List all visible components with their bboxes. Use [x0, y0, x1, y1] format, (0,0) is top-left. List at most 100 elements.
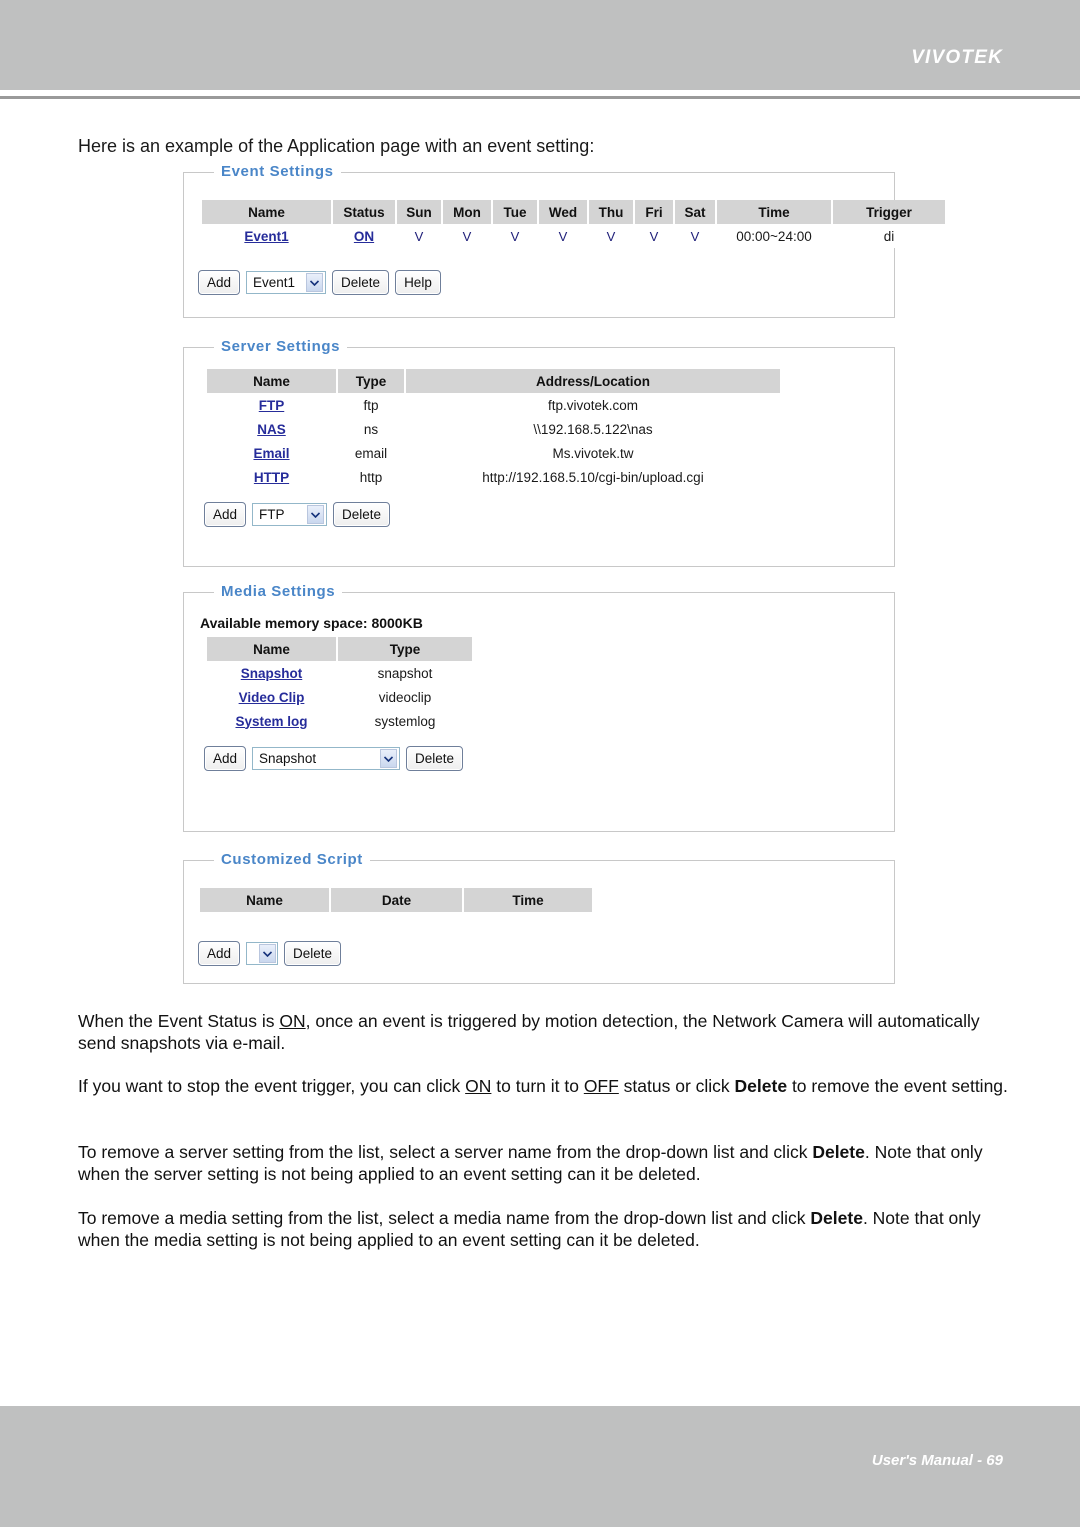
- server-settings-table: Name Type Address/Location FTP ftp ftp.v…: [205, 369, 782, 489]
- cell-server-type: http: [338, 465, 404, 489]
- col-address: Address/Location: [406, 369, 780, 393]
- server-name-link-email[interactable]: Email: [253, 446, 289, 461]
- cell-media-type: videoclip: [338, 685, 472, 709]
- p2-delete-emphasis: Delete: [734, 1076, 788, 1096]
- media-name-link-systemlog[interactable]: System log: [235, 714, 307, 729]
- cell-server-type: ns: [338, 417, 404, 441]
- table-header-row: Name Date Time: [200, 888, 592, 912]
- paragraph-event-status: When the Event Status is ON, once an eve…: [78, 1010, 1008, 1054]
- col-name: Name: [207, 637, 336, 661]
- server-select[interactable]: FTP: [252, 503, 328, 526]
- p2-text-a: If you want to stop the event trigger, y…: [78, 1076, 466, 1096]
- col-name: Name: [200, 888, 329, 912]
- chevron-down-icon[interactable]: [307, 505, 325, 524]
- media-delete-button[interactable]: Delete: [406, 746, 464, 771]
- media-settings-controls: Add Snapshot Delete: [204, 746, 464, 771]
- col-wed: Wed: [539, 200, 587, 224]
- event-name-link[interactable]: Event1: [244, 229, 288, 244]
- p2-on-link[interactable]: ON: [465, 1076, 491, 1096]
- event-select-value: Event1: [253, 275, 296, 290]
- event-settings-table: Name Status Sun Mon Tue Wed Thu Fri Sat …: [200, 200, 947, 248]
- p2-text-b: to turn it to: [491, 1076, 584, 1096]
- cell-server-address: Ms.vivotek.tw: [406, 441, 780, 465]
- p1-text-a: When the Event Status is: [78, 1011, 280, 1031]
- media-settings-legend: Media Settings: [214, 583, 343, 600]
- col-sat: Sat: [675, 200, 715, 224]
- col-type: Type: [338, 637, 472, 661]
- cell-media-type: systemlog: [338, 709, 472, 733]
- col-fri: Fri: [635, 200, 673, 224]
- cell-server-address: \\192.168.5.122\nas: [406, 417, 780, 441]
- table-header-row: Name Type Address/Location: [207, 369, 780, 393]
- cell-server-type: email: [338, 441, 404, 465]
- col-sun: Sun: [397, 200, 441, 224]
- table-row: Email email Ms.vivotek.tw: [207, 441, 780, 465]
- media-select[interactable]: Snapshot: [252, 747, 401, 770]
- p1-on-link[interactable]: ON: [279, 1011, 305, 1031]
- col-time: Time: [464, 888, 592, 912]
- cell-wed: V: [539, 224, 587, 248]
- col-tue: Tue: [493, 200, 537, 224]
- cell-sat: V: [675, 224, 715, 248]
- cell-time: 00:00~24:00: [717, 224, 831, 248]
- media-name-link-snapshot[interactable]: Snapshot: [241, 666, 303, 681]
- col-mon: Mon: [443, 200, 491, 224]
- cell-mon: V: [443, 224, 491, 248]
- chevron-down-icon[interactable]: [306, 273, 324, 292]
- vivotek-logo: VIVOTEK: [911, 47, 1003, 68]
- col-time: Time: [717, 200, 831, 224]
- cell-media-name: System log: [207, 709, 336, 733]
- media-name-link-videoclip[interactable]: Video Clip: [239, 690, 305, 705]
- cell-server-name: HTTP: [207, 465, 336, 489]
- server-name-link-nas[interactable]: NAS: [257, 422, 286, 437]
- p4-delete-emphasis: Delete: [810, 1208, 863, 1228]
- event-add-button[interactable]: Add: [198, 270, 241, 295]
- chevron-down-icon[interactable]: [259, 944, 277, 963]
- event-status-link[interactable]: ON: [354, 229, 374, 244]
- server-name-link-http[interactable]: HTTP: [254, 470, 289, 485]
- cell-fri: V: [635, 224, 673, 248]
- server-delete-button[interactable]: Delete: [333, 502, 391, 527]
- col-name: Name: [202, 200, 331, 224]
- table-row: Event1 ON V V V V V V V 00:00~24:00 di: [202, 224, 945, 248]
- event-select[interactable]: Event1: [246, 271, 327, 294]
- cell-server-name: NAS: [207, 417, 336, 441]
- page-footer-band: User's Manual - 69: [0, 1406, 1080, 1527]
- cell-server-address: http://192.168.5.10/cgi-bin/upload.cgi: [406, 465, 780, 489]
- cell-server-name: FTP: [207, 393, 336, 417]
- event-help-button[interactable]: Help: [395, 270, 441, 295]
- cell-server-type: ftp: [338, 393, 404, 417]
- cell-server-name: Email: [207, 441, 336, 465]
- server-select-value: FTP: [259, 507, 285, 522]
- col-name: Name: [207, 369, 336, 393]
- table-row: Snapshot snapshot: [207, 661, 472, 685]
- server-settings-legend: Server Settings: [214, 338, 348, 355]
- event-settings-legend: Event Settings: [214, 163, 341, 180]
- cell-media-name: Snapshot: [207, 661, 336, 685]
- server-add-button[interactable]: Add: [204, 502, 247, 527]
- cell-trigger: di: [833, 224, 945, 248]
- table-row: HTTP http http://192.168.5.10/cgi-bin/up…: [207, 465, 780, 489]
- media-add-button[interactable]: Add: [204, 746, 247, 771]
- table-row: System log systemlog: [207, 709, 472, 733]
- table-row: Video Clip videoclip: [207, 685, 472, 709]
- chevron-down-icon[interactable]: [380, 749, 398, 768]
- server-settings-controls: Add FTP Delete: [204, 502, 391, 527]
- paragraph-remove-server: To remove a server setting from the list…: [78, 1141, 1008, 1185]
- customized-script-legend: Customized Script: [214, 851, 370, 868]
- customized-script-table: Name Date Time: [198, 888, 594, 912]
- p2-off-link[interactable]: OFF: [584, 1076, 619, 1096]
- script-select[interactable]: [246, 942, 279, 965]
- table-header-row: Name Type: [207, 637, 472, 661]
- p2-text-c: status or click: [618, 1076, 735, 1096]
- event-delete-button[interactable]: Delete: [332, 270, 390, 295]
- cell-sun: V: [397, 224, 441, 248]
- header-divider: [0, 96, 1080, 99]
- paragraph-remove-media: To remove a media setting from the list,…: [78, 1207, 1008, 1251]
- script-delete-button[interactable]: Delete: [284, 941, 342, 966]
- available-memory-note: Available memory space: 8000KB: [200, 615, 423, 631]
- col-trigger: Trigger: [833, 200, 945, 224]
- script-add-button[interactable]: Add: [198, 941, 241, 966]
- cell-tue: V: [493, 224, 537, 248]
- server-name-link-ftp[interactable]: FTP: [259, 398, 285, 413]
